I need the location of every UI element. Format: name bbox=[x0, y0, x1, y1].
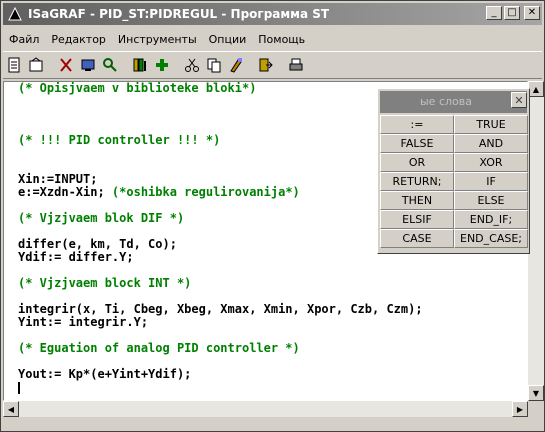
menu-editor[interactable]: Редактор bbox=[45, 33, 112, 46]
inline-comment: (*oshibka regulirovanija*) bbox=[104, 185, 300, 199]
title-bar[interactable]: ISaGRAF - PID_ST:PIDREGUL - Программа ST… bbox=[3, 3, 542, 25]
keyword-button[interactable]: := bbox=[380, 115, 454, 134]
code-line[interactable]: (* !!! PID controller !!! *) bbox=[18, 134, 423, 147]
keyword-button[interactable]: OR bbox=[380, 153, 454, 172]
search-icon[interactable] bbox=[99, 54, 121, 76]
code-line[interactable] bbox=[18, 381, 423, 394]
code-line[interactable] bbox=[18, 147, 423, 160]
menu-bar: Файл Редактор Инструменты Опции Помощь bbox=[3, 29, 542, 49]
keyword-button[interactable]: END_CASE; bbox=[454, 229, 528, 248]
code-line-text: (* Opisjvaem v biblioteke bloki*) bbox=[18, 81, 257, 95]
code-line[interactable]: Ydif:= differ.Y; bbox=[18, 251, 423, 264]
window-title: ISaGRAF - PID_ST:PIDREGUL - Программа ST bbox=[28, 7, 330, 21]
keywords-panel: ые слова ✕ := TRUE FALSE AND OR XOR RETURN; IF T… bbox=[377, 88, 530, 254]
keyword-button[interactable]: IF bbox=[454, 172, 528, 191]
code-line-text: Xin:=INPUT; bbox=[18, 172, 98, 186]
code-line-text: (* Vjzjvaem block INT *) bbox=[18, 276, 192, 290]
code-line-text: (* Eguation of analog PID controller *) bbox=[18, 341, 300, 355]
scroll-left-button[interactable]: ◀ bbox=[3, 401, 19, 417]
code-line-text: Ydif:= differ.Y; bbox=[18, 250, 134, 264]
code-line[interactable] bbox=[18, 95, 423, 108]
code-line-text: (* !!! PID controller !!! *) bbox=[18, 133, 221, 147]
scroll-down-button[interactable]: ▼ bbox=[528, 385, 544, 401]
exit-icon[interactable] bbox=[255, 54, 277, 76]
code-line-text: e:=Xzdn-Xin; bbox=[18, 185, 105, 199]
code-line-text: differ(e, km, Td, Co); bbox=[18, 237, 177, 251]
code-text[interactable]: (* Opisjvaem v biblioteke bloki*) (* !!! … bbox=[18, 82, 423, 394]
keyword-button[interactable]: RETURN; bbox=[380, 172, 454, 191]
menu-file[interactable]: Файл bbox=[3, 33, 45, 46]
keyword-button[interactable]: END_IF; bbox=[454, 210, 528, 229]
isagraf-app-icon bbox=[7, 6, 23, 22]
vertical-scrollbar[interactable]: ▲ ▼ bbox=[528, 81, 544, 401]
code-line[interactable]: (* Eguation of analog PID controller *) bbox=[18, 342, 423, 355]
keyword-button[interactable]: TRUE bbox=[454, 115, 528, 134]
code-line[interactable]: (* Vjzjvaem block INT *) bbox=[18, 277, 423, 290]
keyword-button[interactable]: ELSIF bbox=[380, 210, 454, 229]
paste-icon[interactable] bbox=[225, 54, 247, 76]
code-line[interactable]: Yint:= integrir.Y; bbox=[18, 316, 423, 329]
code-line-text: integrir(x, Ti, Cbeg, Xbeg, Xmax, Xmin, … bbox=[18, 302, 423, 316]
code-line-text: (* Vjzjvaem blok DIF *) bbox=[18, 211, 185, 225]
new-document-icon[interactable] bbox=[3, 54, 25, 76]
keyword-button[interactable]: THEN bbox=[380, 191, 454, 210]
main-window: ISaGRAF - PID_ST:PIDREGUL - Программа ST… bbox=[0, 0, 545, 432]
dictionary-icon[interactable] bbox=[77, 54, 99, 76]
keyword-button[interactable]: FALSE bbox=[380, 134, 454, 153]
open-document-icon[interactable] bbox=[25, 54, 47, 76]
cut-icon[interactable] bbox=[55, 54, 77, 76]
code-line[interactable]: e:=Xzdn-Xin; (*oshibka regulirovanija*) bbox=[18, 186, 423, 199]
minimize-button[interactable]: _ bbox=[486, 6, 502, 20]
menu-tools[interactable]: Инструменты bbox=[112, 33, 203, 46]
scrollbar-corner bbox=[528, 401, 544, 417]
keyword-button[interactable]: XOR bbox=[454, 153, 528, 172]
spy-icon[interactable] bbox=[151, 54, 173, 76]
keyword-button[interactable]: ELSE bbox=[454, 191, 528, 210]
scroll-right-button[interactable]: ▶ bbox=[512, 401, 528, 417]
print-icon[interactable] bbox=[285, 54, 307, 76]
code-line[interactable]: (* Vjzjvaem blok DIF *) bbox=[18, 212, 423, 225]
toolbar bbox=[3, 51, 542, 79]
menu-options[interactable]: Опции bbox=[203, 33, 253, 46]
scroll-up-button[interactable]: ▲ bbox=[528, 81, 544, 97]
close-button[interactable]: ✕ bbox=[524, 6, 540, 20]
code-line-text: Yint:= integrir.Y; bbox=[18, 315, 149, 329]
menu-help[interactable]: Помощь bbox=[252, 33, 311, 46]
maximize-button[interactable]: □ bbox=[504, 6, 520, 20]
text-caret bbox=[18, 381, 20, 394]
library-icon[interactable] bbox=[129, 54, 151, 76]
keywords-panel-title[interactable]: ые слова bbox=[380, 91, 527, 113]
code-line[interactable] bbox=[18, 108, 423, 121]
keyword-button[interactable]: AND bbox=[454, 134, 528, 153]
copy-icon[interactable] bbox=[203, 54, 225, 76]
keyword-button[interactable]: CASE bbox=[380, 229, 454, 248]
code-line[interactable]: Yout:= Kp*(e+Yint+Ydif); bbox=[18, 368, 423, 381]
code-line[interactable]: (* Opisjvaem v biblioteke bloki*) bbox=[18, 82, 423, 95]
keywords-grid: := TRUE FALSE AND OR XOR RETURN; IF THEN ELSE ELSI… bbox=[380, 115, 529, 248]
code-line-text: Yout:= Kp*(e+Yint+Ydif); bbox=[18, 367, 192, 381]
horizontal-scrollbar[interactable]: ◀ ▶ bbox=[3, 401, 528, 417]
keywords-close-button[interactable]: ✕ bbox=[511, 92, 527, 108]
scissors-icon[interactable] bbox=[181, 54, 203, 76]
